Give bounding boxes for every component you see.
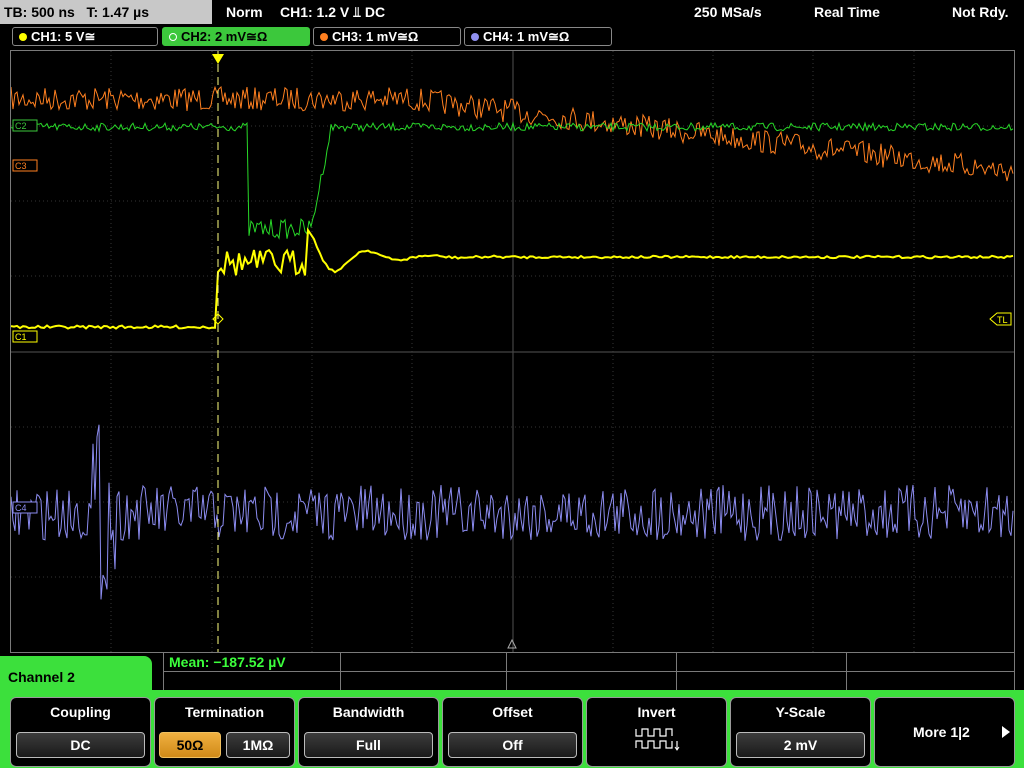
ch3-marker[interactable]: C3 <box>12 159 38 172</box>
trigger-position-icon[interactable] <box>212 54 224 64</box>
ch4-marker[interactable]: C4 <box>12 501 38 514</box>
trigger-source[interactable]: CH1: 1.2 V ⫫ DC <box>280 0 385 24</box>
ch2-marker[interactable]: C2 <box>12 119 38 132</box>
yscale-softkey[interactable]: Y-Scale 2 mV <box>730 697 871 767</box>
tab-ch1-label: CH1: 5 V≅ <box>31 29 96 44</box>
tab-ch4[interactable]: CH4: 1 mV≅Ω <box>464 27 612 46</box>
waveform-svg: C1 C2 C3 C4 TL <box>11 51 1014 652</box>
bandwidth-label: Bandwidth <box>332 704 405 720</box>
menu-title: Channel 2 <box>8 669 75 685</box>
acquisition-mode[interactable]: Real Time <box>814 0 880 24</box>
more-softkey[interactable]: More 1|2 <box>874 697 1015 767</box>
ch2-marker-label: C2 <box>15 121 27 131</box>
yscale-value[interactable]: 2 mV <box>736 732 865 758</box>
ch1-marker[interactable]: C1 <box>12 330 38 343</box>
trigger-level-label: TL <box>997 315 1008 325</box>
ch3-color-icon <box>320 33 328 41</box>
coupling-value[interactable]: DC <box>16 732 145 758</box>
trigger-mode[interactable]: Norm <box>226 0 263 24</box>
offset-value[interactable]: Off <box>448 732 577 758</box>
trigger-time-label: T: 1.47 µs <box>86 4 150 20</box>
ch4-trace <box>11 424 1014 600</box>
invert-label: Invert <box>637 704 676 720</box>
ch4-color-icon <box>471 33 479 41</box>
bandwidth-softkey[interactable]: Bandwidth Full <box>298 697 439 767</box>
graticule <box>11 51 1014 652</box>
waveform-display[interactable]: C1 C2 C3 C4 TL <box>10 50 1015 653</box>
status-bar: Norm CH1: 1.2 V ⫫ DC 250 MSa/s Real Time… <box>214 0 1024 24</box>
timebase-readout[interactable]: TB: 500 ns T: 1.47 µs <box>0 0 212 24</box>
horizontal-ref-icon <box>507 638 517 649</box>
invert-softkey[interactable]: Invert <box>586 697 727 767</box>
tab-ch4-label: CH4: 1 mV≅Ω <box>483 29 570 44</box>
tab-ch3[interactable]: CH3: 1 mV≅Ω <box>313 27 461 46</box>
ch2-trace <box>11 121 1014 240</box>
offset-label: Offset <box>492 704 533 720</box>
tab-ch2-label: CH2: 2 mV≅Ω <box>181 29 268 44</box>
offset-softkey[interactable]: Offset Off <box>442 697 583 767</box>
ch1-trace <box>11 227 1014 330</box>
termination-1mohm-option[interactable]: 1MΩ <box>226 732 290 758</box>
ready-status: Not Rdy. <box>952 4 1009 20</box>
termination-softkey[interactable]: Termination 50Ω 1MΩ <box>154 697 295 767</box>
ch3-marker-label: C3 <box>15 161 27 171</box>
sample-rate: 250 MSa/s <box>694 4 762 20</box>
termination-label: Termination <box>184 704 265 720</box>
yscale-label: Y-Scale <box>775 704 826 720</box>
ch1-marker-label: C1 <box>15 332 27 342</box>
ch1-color-icon <box>19 33 27 41</box>
timebase-label: TB: 500 ns <box>4 4 75 20</box>
mean-measurement: Mean: −187.52 µV <box>169 654 286 670</box>
coupling-label: Coupling <box>50 704 111 720</box>
arrow-right-icon <box>1002 726 1010 738</box>
ch2-color-icon <box>169 33 177 41</box>
tab-ch2[interactable]: CH2: 2 mV≅Ω <box>162 27 310 46</box>
coupling-softkey[interactable]: Coupling DC <box>10 697 151 767</box>
tab-ch3-label: CH3: 1 mV≅Ω <box>332 29 419 44</box>
ch3-trace <box>11 85 1014 182</box>
more-label: More 1|2 <box>913 724 970 740</box>
invert-waveform-icon <box>635 728 680 751</box>
tab-ch1[interactable]: CH1: 5 V≅ <box>12 27 158 46</box>
ch4-marker-label: C4 <box>15 503 27 513</box>
measurement-panel <box>163 652 1015 692</box>
trigger-level-marker[interactable]: TL <box>989 312 1012 326</box>
termination-50ohm-option[interactable]: 50Ω <box>159 732 221 758</box>
bandwidth-value[interactable]: Full <box>304 732 433 758</box>
